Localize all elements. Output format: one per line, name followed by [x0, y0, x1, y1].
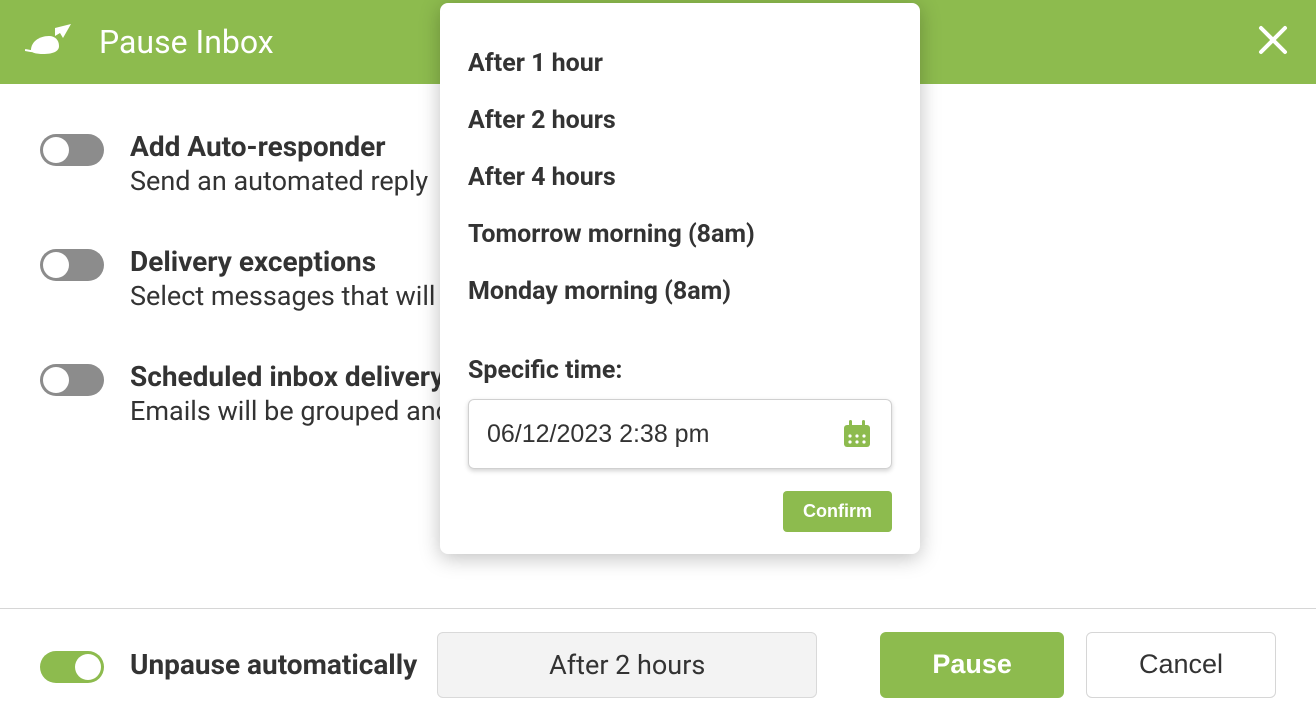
unpause-group: Unpause automatically — [40, 647, 417, 683]
leaf-plane-icon — [25, 24, 71, 60]
toggle-knob — [43, 367, 69, 393]
setting-text: Add Auto-responder Send an automated rep… — [130, 130, 428, 197]
page-title: Pause Inbox — [99, 23, 274, 61]
close-button[interactable] — [1258, 27, 1288, 57]
time-option-1hour[interactable]: After 1 hour — [468, 35, 892, 92]
cancel-button-label: Cancel — [1139, 649, 1223, 680]
toggle-knob — [43, 137, 69, 163]
pause-button-label: Pause — [932, 649, 1012, 680]
calendar-icon[interactable] — [841, 418, 873, 450]
toggle-knob — [43, 252, 69, 278]
unpause-label: Unpause automatically — [130, 648, 417, 681]
close-icon — [1258, 25, 1288, 59]
toggle-delivery-exceptions[interactable] — [40, 249, 104, 281]
toggle-scheduled-delivery[interactable] — [40, 364, 104, 396]
footer: Unpause automatically After 2 hours Paus… — [0, 608, 1316, 720]
toggle-autoresponder[interactable] — [40, 134, 104, 166]
toggle-unpause-automatically[interactable] — [40, 651, 104, 683]
time-option-monday[interactable]: Monday morning (8am) — [468, 263, 892, 320]
footer-buttons: Pause Cancel — [880, 632, 1276, 698]
datetime-input[interactable] — [487, 420, 841, 449]
time-selector-value: After 2 hours — [549, 649, 705, 681]
app-logo — [25, 24, 71, 60]
confirm-row: Confirm — [468, 491, 892, 532]
confirm-button[interactable]: Confirm — [783, 491, 892, 532]
specific-time-label: Specific time: — [468, 320, 892, 399]
setting-desc-autoresponder: Send an automated reply — [130, 165, 428, 197]
time-options-popover: After 1 hour After 2 hours After 4 hours… — [440, 3, 920, 554]
pause-button[interactable]: Pause — [880, 632, 1064, 698]
toggle-knob — [75, 654, 101, 680]
setting-title-autoresponder: Add Auto-responder — [130, 130, 428, 163]
time-option-2hours[interactable]: After 2 hours — [468, 92, 892, 149]
time-option-4hours[interactable]: After 4 hours — [468, 149, 892, 206]
confirm-button-label: Confirm — [803, 501, 872, 521]
time-selector-dropdown[interactable]: After 2 hours — [437, 632, 817, 698]
datetime-field[interactable] — [468, 399, 892, 469]
cancel-button[interactable]: Cancel — [1086, 632, 1276, 698]
time-option-tomorrow[interactable]: Tomorrow morning (8am) — [468, 206, 892, 263]
